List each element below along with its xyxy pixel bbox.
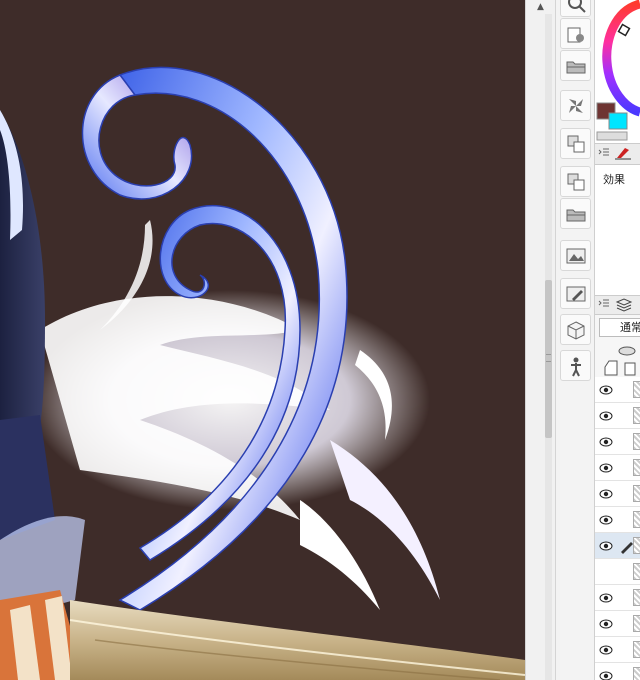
new-vector-layer-icon[interactable] [624, 362, 636, 376]
canvas-vertical-scrollbar[interactable]: ▲ [525, 0, 556, 680]
command-pinwheel-button[interactable] [560, 90, 591, 121]
opacity-icon[interactable] [618, 346, 636, 356]
command-folder-button[interactable] [560, 198, 591, 229]
layer-tab-bar [595, 295, 640, 315]
layer-row[interactable] [595, 637, 640, 663]
command-new-canvas-button[interactable] [560, 18, 591, 49]
layer-tools-icons [604, 346, 636, 376]
scroll-grip [546, 354, 551, 362]
open-folder-icon [566, 209, 586, 222]
new-raster-layer-icon[interactable] [604, 360, 618, 376]
layer-thumbnail [633, 407, 640, 424]
subtool-tab-bar [595, 143, 640, 165]
panel-menu-icon[interactable] [595, 144, 640, 164]
layer-row[interactable] [595, 455, 640, 481]
layer-thumbnail [633, 641, 640, 658]
hue-selector[interactable] [617, 23, 631, 37]
layer-row[interactable] [595, 377, 640, 403]
pinwheel-icon [569, 99, 583, 113]
command-3d-object-button[interactable] [560, 314, 591, 345]
layer-thumbnail [633, 589, 640, 606]
layer-thumbnail [633, 485, 640, 502]
command-image-material-button[interactable] [560, 240, 591, 271]
search-icon [568, 0, 586, 13]
effect-panel: 効果 [595, 165, 640, 295]
drawing-canvas[interactable] [0, 0, 525, 680]
layer-tool-row [595, 341, 640, 377]
command-brush-material-button[interactable] [560, 278, 591, 309]
layer-thumbnail [633, 511, 640, 528]
right-dock: 効果 通常 [595, 0, 640, 680]
visibility-eye-icon[interactable] [599, 463, 613, 473]
layer-material-icon [567, 135, 585, 153]
color-wheel[interactable] [595, 0, 640, 143]
visibility-eye-icon[interactable] [599, 489, 613, 499]
visibility-eye-icon[interactable] [599, 411, 613, 421]
visibility-eye-icon[interactable] [599, 541, 613, 551]
canvas-illustration [0, 66, 525, 680]
layer-row[interactable] [595, 481, 640, 507]
visibility-eye-icon[interactable] [599, 437, 613, 447]
visibility-eye-icon[interactable] [599, 645, 613, 655]
visibility-eye-icon[interactable] [599, 593, 613, 603]
command-bar [556, 0, 595, 680]
layer-thumbnail [633, 615, 640, 632]
3d-figure-icon [571, 357, 581, 377]
layer-row[interactable] [595, 611, 640, 637]
scroll-up-arrow[interactable]: ▲ [526, 0, 555, 14]
layer-thumbnail [633, 381, 640, 398]
command-layer-material-button[interactable] [560, 128, 591, 159]
layer-row[interactable] [595, 585, 640, 611]
command-3d-figure-button[interactable] [560, 350, 591, 381]
visibility-eye-icon[interactable] [599, 671, 613, 680]
image-material-icon [566, 248, 586, 264]
visibility-eye-icon[interactable] [599, 385, 613, 395]
layer-thumbnail [633, 563, 640, 580]
layer-material-icon [567, 173, 585, 191]
command-layer-material-button-2[interactable] [560, 166, 591, 197]
blend-mode-select[interactable]: 通常 [599, 318, 640, 337]
transparent-color-swatch[interactable] [596, 131, 628, 141]
open-folder-icon [566, 61, 586, 74]
blend-mode-row: 通常 [595, 315, 640, 341]
layer-thumbnail [633, 459, 640, 476]
layer-row[interactable] [595, 559, 640, 585]
layer-thumbnail [633, 667, 640, 680]
layer-row[interactable] [595, 663, 640, 680]
layer-thumbnail [633, 537, 640, 554]
command-search-button[interactable] [560, 0, 591, 17]
layer-thumbnail [633, 433, 640, 450]
layer-row[interactable] [595, 533, 640, 559]
color-wheel-panel [595, 0, 640, 143]
effect-panel-title: 効果 [603, 173, 625, 186]
visibility-eye-icon[interactable] [599, 619, 613, 629]
layer-row[interactable] [595, 403, 640, 429]
layer-row[interactable] [595, 429, 640, 455]
sub-color-swatch[interactable] [608, 112, 628, 130]
layer-list [595, 377, 640, 680]
layer-row[interactable] [595, 507, 640, 533]
visibility-eye-icon[interactable] [599, 515, 613, 525]
brush-material-icon [566, 286, 586, 302]
command-open-button[interactable] [560, 50, 591, 81]
layer-panel-tab[interactable] [595, 296, 640, 314]
new-canvas-icon [567, 27, 584, 43]
3d-cube-icon [567, 321, 585, 340]
